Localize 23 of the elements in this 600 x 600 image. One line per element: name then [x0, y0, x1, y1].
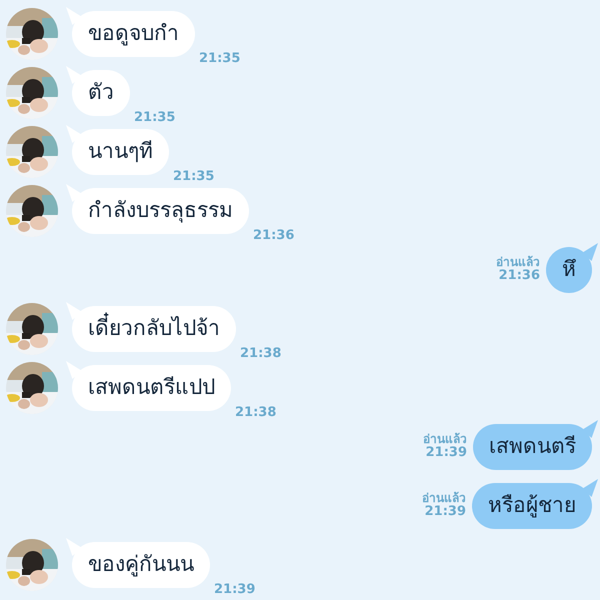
message-time: 21:39: [426, 446, 467, 461]
message-bubble: นานๆที: [72, 129, 169, 175]
message-time: 21:36: [498, 269, 540, 284]
message-bubble: กำลังบรรลุธรรม: [72, 188, 249, 234]
read-receipt: อ่านแล้ว: [423, 433, 467, 446]
message-time: 21:35: [134, 111, 176, 124]
message-bubble: เสพดนตรี: [473, 424, 592, 470]
message-bubble: หรือผู้ชาย: [472, 483, 592, 529]
message-time: 21:38: [240, 347, 282, 360]
read-receipt: อ่านแล้ว: [422, 492, 466, 506]
message-time: 21:39: [214, 583, 256, 596]
message-time: 21:35: [173, 170, 214, 183]
message-bubble: หึ: [546, 247, 592, 293]
read-receipt: อ่านแล้ว: [496, 256, 540, 270]
message-bubble: ขอดูจบกำ: [72, 11, 195, 57]
message-bubble: ตัว: [72, 70, 130, 116]
message-time: 21:38: [235, 406, 276, 419]
message-bubble: ของคู่กันนน: [72, 542, 210, 588]
message-time: 21:36: [253, 229, 294, 242]
message-bubble: เดี๋ยวกลับไปจ้า: [72, 306, 236, 352]
message-bubble: เสพดนตรีแปป: [72, 365, 231, 411]
message-time: 21:39: [424, 505, 466, 520]
message-time: 21:35: [199, 52, 240, 65]
